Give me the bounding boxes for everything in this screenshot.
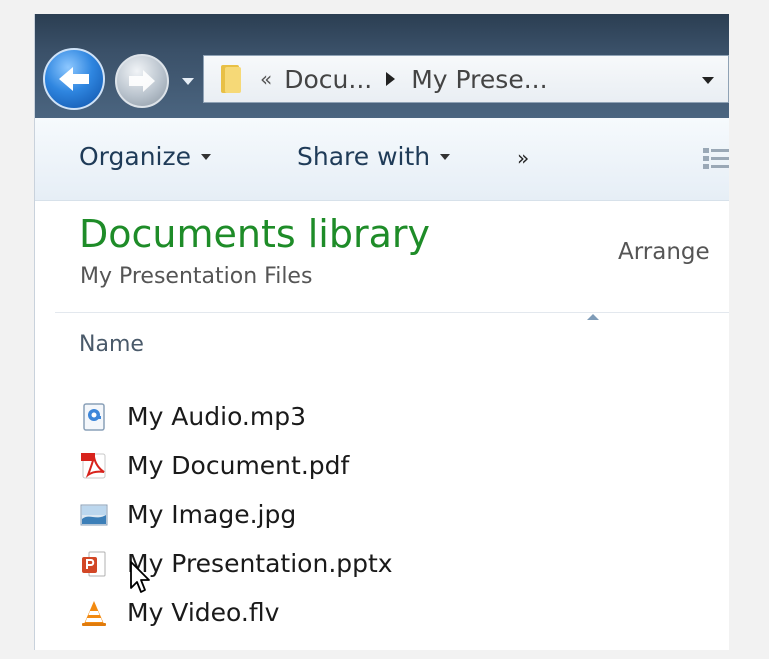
library-title: Documents library bbox=[79, 212, 430, 256]
sort-ascending-icon bbox=[587, 314, 599, 320]
chevron-down-icon bbox=[201, 153, 211, 160]
forward-button[interactable] bbox=[115, 54, 169, 108]
address-overflow-marker[interactable]: « bbox=[260, 67, 272, 91]
mouse-cursor-icon bbox=[130, 561, 150, 593]
file-name: My Audio.mp3 bbox=[127, 402, 307, 431]
powerpoint-file-icon bbox=[82, 551, 106, 576]
recent-pages-button[interactable] bbox=[177, 72, 199, 92]
back-arrow-icon bbox=[59, 67, 89, 91]
file-row-video[interactable]: My Video.flv bbox=[79, 588, 393, 637]
title-bar: « Docu... My Prese... bbox=[35, 14, 729, 118]
forward-arrow-icon bbox=[129, 70, 155, 92]
file-name: My Video.flv bbox=[127, 598, 280, 627]
share-with-button[interactable]: Share with bbox=[297, 142, 451, 171]
change-view-icon[interactable] bbox=[699, 146, 729, 172]
arrange-by-button[interactable]: Arrange bbox=[618, 239, 710, 265]
address-crumb-documents[interactable]: Docu... bbox=[284, 65, 372, 94]
pdf-file-icon bbox=[81, 452, 106, 478]
back-button[interactable] bbox=[43, 48, 105, 110]
audio-file-icon bbox=[83, 402, 105, 431]
file-row-audio[interactable]: My Audio.mp3 bbox=[79, 392, 393, 441]
command-bar: Organize Share with » bbox=[35, 118, 729, 201]
more-commands-button[interactable]: » bbox=[517, 146, 529, 170]
library-subtitle: My Presentation Files bbox=[80, 264, 313, 289]
file-row-image[interactable]: My Image.jpg bbox=[79, 490, 393, 539]
address-bar[interactable]: « Docu... My Prese... bbox=[203, 55, 729, 103]
address-dropdown-icon[interactable] bbox=[702, 77, 714, 84]
folder-icon bbox=[221, 65, 241, 93]
header-divider bbox=[55, 312, 729, 313]
share-with-label: Share with bbox=[297, 142, 431, 171]
organize-label: Organize bbox=[79, 142, 191, 171]
file-name: My Image.jpg bbox=[127, 500, 297, 529]
file-list: My Audio.mp3 My Document.pdf My Image.jp… bbox=[79, 392, 393, 637]
column-header-name[interactable]: Name bbox=[79, 332, 144, 357]
explorer-window: « Docu... My Prese... Organize Share wit… bbox=[34, 14, 729, 650]
file-name: My Document.pdf bbox=[127, 451, 350, 480]
image-file-icon bbox=[80, 504, 108, 525]
file-row-presentation[interactable]: My Presentation.pptx bbox=[79, 539, 393, 588]
address-crumb-my-presentation[interactable]: My Prese... bbox=[411, 65, 547, 94]
chevron-down-icon bbox=[182, 78, 194, 85]
chevron-down-icon bbox=[440, 153, 451, 160]
file-row-document[interactable]: My Document.pdf bbox=[79, 441, 393, 490]
vlc-file-icon bbox=[82, 600, 106, 626]
file-name: My Presentation.pptx bbox=[127, 549, 393, 578]
organize-button[interactable]: Organize bbox=[79, 142, 211, 171]
crumb-separator-icon[interactable] bbox=[386, 72, 396, 86]
